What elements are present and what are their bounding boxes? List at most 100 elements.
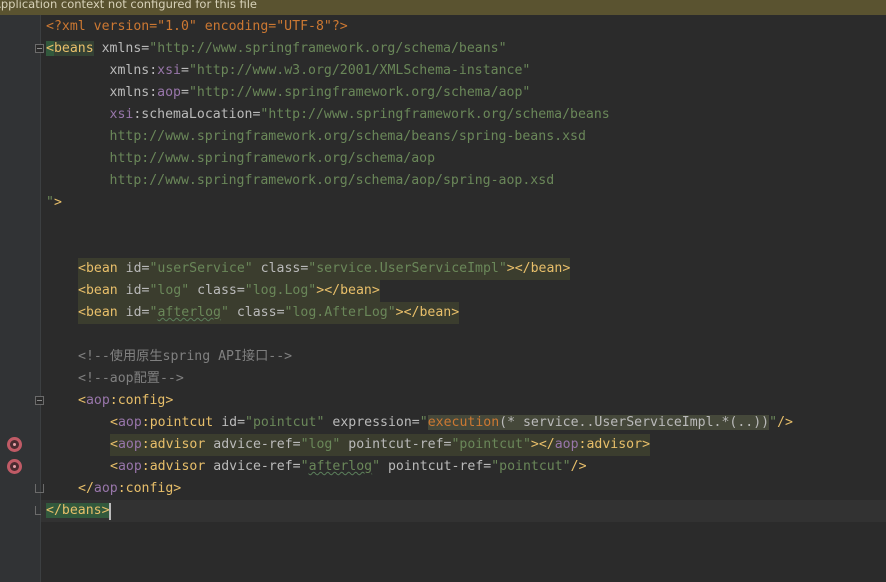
fold-beans-icon[interactable]	[35, 44, 44, 53]
beans-close: </beans>	[46, 500, 110, 522]
comment-line-1: <!--使用原生spring API接口-->	[78, 349, 293, 364]
tag-bracket: ></	[530, 437, 555, 452]
fold-end-config-icon[interactable]	[35, 484, 44, 493]
bean-afterlog: <bean id="afterlog" class="log.AfterLog"…	[78, 302, 460, 324]
attr-value: "http://www.springframework.org/schema/a…	[188, 85, 531, 100]
equals: =	[237, 415, 246, 430]
bean-tag-close: ></bean>	[316, 283, 380, 298]
attr-name: advice-ref	[205, 437, 293, 452]
fold-config-icon[interactable]	[35, 396, 44, 405]
tag-bracket: <	[110, 415, 118, 430]
aop-config-open: <aop:config>	[78, 390, 173, 412]
advice-icon[interactable]	[7, 459, 22, 474]
attr-name: xmlns	[46, 63, 150, 78]
code-line-5: xsi:schemaLocation="http://www.springfra…	[46, 104, 610, 126]
attr-name: pointcut-ref	[380, 459, 484, 474]
tag-name: :advisor	[141, 437, 206, 452]
namespace: aop	[117, 437, 142, 452]
bean-log: <bean id="log" class="log.Log"></bean>	[78, 280, 380, 302]
attr-value: "pointcut"	[491, 459, 571, 474]
attr-value: "userService"	[149, 261, 253, 276]
bean-userservice: <bean id="userService" class="service.Us…	[78, 258, 571, 280]
attr-name: pointcut-ref	[340, 437, 444, 452]
code-line-8: http://www.springframework.org/schema/ao…	[46, 173, 555, 188]
bean-tag-close: ></bean>	[506, 261, 571, 276]
tag-name: :pointcut	[141, 415, 214, 430]
text-cursor	[109, 503, 111, 520]
quote: "	[419, 415, 428, 430]
bean-tag-close: ></bean>	[395, 305, 460, 320]
attr-value: "http://www.springframework.org/schema/b…	[149, 41, 507, 56]
tag-bracket: />	[570, 459, 587, 474]
code-line-1: <?xml version="1.0" encoding="UTF-8"?>	[46, 16, 348, 38]
attr-value: "log"	[149, 283, 190, 298]
quote: "	[769, 415, 778, 430]
quote: "	[220, 305, 229, 320]
attr-value: "log.AfterLog"	[284, 305, 396, 320]
bean-tag: <bean	[78, 283, 118, 298]
namespace: aop	[117, 459, 142, 474]
attr-name: xmlns	[93, 41, 142, 56]
attr-value: "log"	[300, 437, 341, 452]
namespace: aop	[85, 393, 110, 408]
attr-name: class	[228, 305, 277, 320]
banner-text: Application context not configured for t…	[0, 0, 258, 11]
code-line-4: xmlns:aop="http://www.springframework.or…	[46, 82, 531, 104]
attr-name: class	[252, 261, 301, 276]
tag-bracket: >	[53, 195, 62, 210]
tag-bracket: <	[78, 393, 86, 408]
comment-line-2: <!--aop配置-->	[78, 371, 184, 386]
advice-icon[interactable]	[7, 437, 22, 452]
code-line-2: <beans xmlns="http://www.springframework…	[46, 38, 507, 60]
attr-value-typo: afterlog	[308, 459, 373, 474]
attr-name: class	[189, 283, 237, 298]
tag-bracket: <	[110, 437, 118, 452]
equals: =	[181, 85, 189, 100]
attr-name: id	[117, 305, 142, 320]
pointcut-expression: (* service..UserServiceImpl.*(..))	[499, 415, 770, 430]
tag-name: :advisor	[578, 437, 643, 452]
tag-bracket: >	[165, 393, 174, 408]
attr-value: "http://www.springframework.org/schema/b…	[260, 107, 610, 122]
tag-bracket: <	[110, 459, 118, 474]
warning-banner: Application context not configured for t…	[0, 0, 886, 15]
attr-value-typo: afterlog	[157, 305, 221, 320]
aop-advisor-afterlog: <aop:advisor advice-ref="afterlog" point…	[110, 456, 587, 478]
attr-name: advice-ref	[205, 459, 293, 474]
tag-name: :config	[109, 393, 166, 408]
code-line-3: xmlns:xsi="http://www.w3.org/2001/XMLSch…	[46, 60, 531, 82]
equals: =	[276, 305, 285, 320]
tag-bracket: </	[78, 481, 94, 496]
aop-config-close: </aop:config>	[78, 478, 181, 500]
tag-name: :advisor	[141, 459, 206, 474]
bean-tag: <bean	[78, 261, 118, 276]
equals: =	[181, 63, 189, 78]
attr-value: "pointcut"	[451, 437, 531, 452]
colon: :	[149, 63, 158, 78]
bean-tag: <bean	[78, 305, 118, 320]
tag-bracket: />	[777, 415, 793, 430]
namespace: xsi	[157, 63, 181, 78]
editor-gutter[interactable]	[0, 15, 40, 582]
namespace: aop	[117, 415, 142, 430]
attr-value: "pointcut"	[245, 415, 325, 430]
code-line-7: http://www.springframework.org/schema/ao…	[46, 151, 436, 166]
aop-pointcut: <aop:pointcut id="pointcut" expression="…	[110, 412, 793, 434]
namespace: aop	[554, 437, 579, 452]
current-line-highlight	[41, 500, 886, 522]
xml-declaration: <?xml version="1.0" encoding="UTF-8"?>	[46, 19, 348, 34]
quote: "	[372, 459, 381, 474]
tag-bracket: >	[173, 481, 182, 496]
attr-name: expression	[324, 415, 412, 430]
tag-bracket: <	[46, 41, 54, 56]
equals: =	[411, 415, 420, 430]
quote: "	[300, 459, 309, 474]
equals: =	[292, 459, 301, 474]
attr-value: "log.Log"	[244, 283, 317, 298]
equals: =	[292, 437, 301, 452]
execution-keyword: execution	[427, 415, 500, 430]
namespace: aop	[157, 85, 181, 100]
attr-name: id	[117, 283, 142, 298]
code-line-6: http://www.springframework.org/schema/be…	[46, 129, 586, 144]
